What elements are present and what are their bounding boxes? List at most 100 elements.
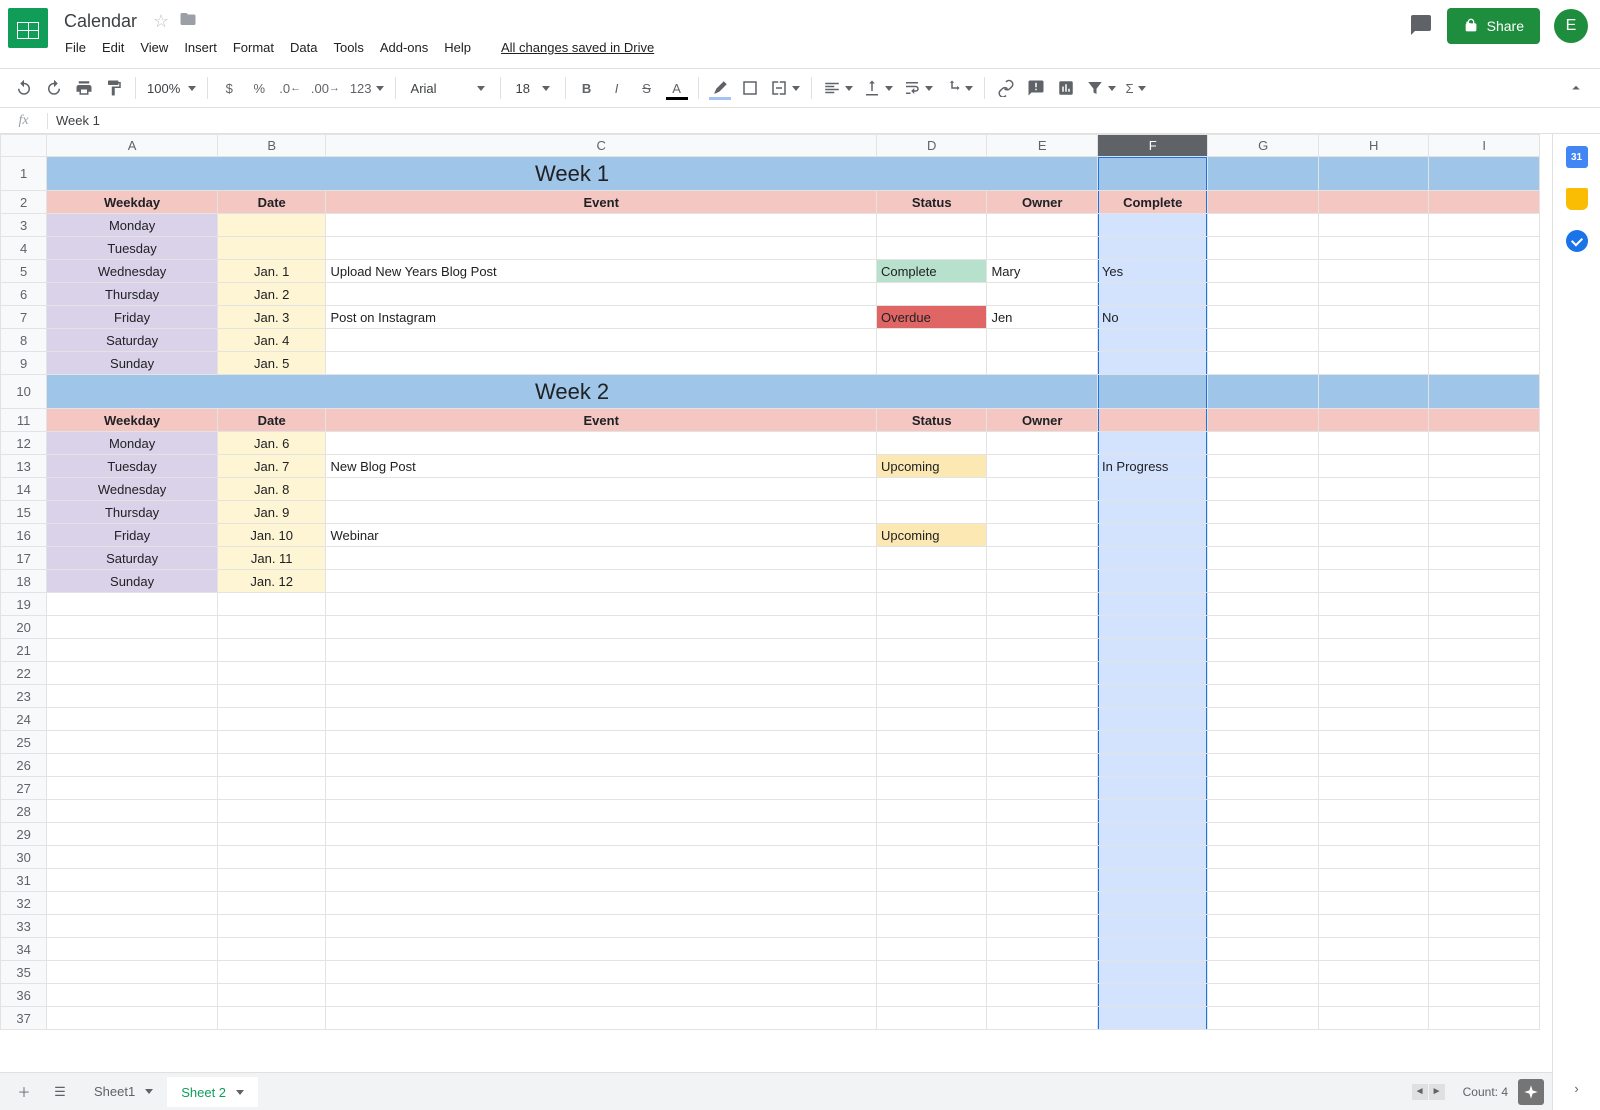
redo-button[interactable] [40, 74, 68, 102]
cell-date[interactable]: Jan. 12 [217, 570, 325, 593]
cell[interactable] [1318, 214, 1429, 237]
column-subheader[interactable]: Complete [1097, 191, 1208, 214]
cell[interactable] [876, 731, 987, 754]
menu-format[interactable]: Format [226, 36, 281, 59]
cell[interactable] [1429, 409, 1540, 432]
cell[interactable] [1318, 938, 1429, 961]
cell[interactable] [1318, 237, 1429, 260]
cell[interactable] [876, 961, 987, 984]
cell-complete[interactable]: Yes [1097, 260, 1208, 283]
cell[interactable] [987, 800, 1098, 823]
cell-complete[interactable] [1097, 432, 1208, 455]
cell-event[interactable] [326, 214, 877, 237]
cell[interactable] [1208, 157, 1319, 191]
cell-complete[interactable] [1097, 547, 1208, 570]
cell[interactable] [1318, 283, 1429, 306]
cell[interactable] [1208, 869, 1319, 892]
cell[interactable] [47, 777, 218, 800]
paint-format-button[interactable] [100, 74, 128, 102]
cell[interactable] [1208, 501, 1319, 524]
column-subheader[interactable]: Event [326, 409, 877, 432]
cell[interactable] [217, 938, 325, 961]
cell[interactable] [1097, 846, 1208, 869]
strikethrough-button[interactable]: S [633, 74, 661, 102]
cell[interactable] [1429, 800, 1540, 823]
cell[interactable] [1208, 777, 1319, 800]
cell[interactable] [1429, 593, 1540, 616]
cell[interactable] [1208, 1007, 1319, 1030]
row-header[interactable]: 29 [1, 823, 47, 846]
cell-complete[interactable] [1097, 524, 1208, 547]
cell[interactable] [47, 961, 218, 984]
row-header[interactable]: 2 [1, 191, 47, 214]
cell-weekday[interactable]: Sunday [47, 352, 218, 375]
cell-date[interactable]: Jan. 2 [217, 283, 325, 306]
menu-insert[interactable]: Insert [177, 36, 224, 59]
cell[interactable] [217, 961, 325, 984]
cell[interactable] [876, 800, 987, 823]
cell[interactable] [217, 731, 325, 754]
undo-button[interactable] [10, 74, 38, 102]
cell-event[interactable] [326, 432, 877, 455]
row-header[interactable]: 28 [1, 800, 47, 823]
cell[interactable] [1318, 1007, 1429, 1030]
font-family-select[interactable]: Arial [403, 74, 493, 102]
cell-weekday[interactable]: Saturday [47, 547, 218, 570]
cell[interactable] [1318, 593, 1429, 616]
fill-color-button[interactable] [706, 74, 734, 102]
cell[interactable] [47, 800, 218, 823]
menu-file[interactable]: File [58, 36, 93, 59]
cell[interactable] [1429, 157, 1540, 191]
column-header[interactable]: I [1429, 135, 1540, 157]
cell[interactable] [47, 731, 218, 754]
cell-status[interactable]: Upcoming [876, 455, 987, 478]
cell[interactable] [1097, 593, 1208, 616]
menu-tools[interactable]: Tools [326, 36, 370, 59]
cell[interactable] [1318, 455, 1429, 478]
cell[interactable] [1208, 984, 1319, 1007]
menu-help[interactable]: Help [437, 36, 478, 59]
cell[interactable] [217, 685, 325, 708]
cell[interactable] [47, 1007, 218, 1030]
cell[interactable] [1318, 823, 1429, 846]
cell[interactable] [987, 708, 1098, 731]
cell[interactable] [1097, 938, 1208, 961]
row-header[interactable]: 3 [1, 214, 47, 237]
cell[interactable] [1097, 800, 1208, 823]
cell[interactable] [1097, 892, 1208, 915]
cell-status[interactable] [876, 432, 987, 455]
column-header[interactable]: B [217, 135, 325, 157]
cell[interactable] [1097, 984, 1208, 1007]
document-title[interactable]: Calendar [58, 10, 143, 33]
cell-owner[interactable] [987, 352, 1098, 375]
cell[interactable] [1429, 478, 1540, 501]
cell[interactable] [1318, 892, 1429, 915]
cell-owner[interactable] [987, 455, 1098, 478]
cell[interactable] [987, 823, 1098, 846]
row-header[interactable]: 17 [1, 547, 47, 570]
cell[interactable] [217, 708, 325, 731]
folder-icon[interactable] [179, 10, 197, 33]
cell[interactable] [47, 915, 218, 938]
row-header[interactable]: 6 [1, 283, 47, 306]
cell[interactable] [217, 892, 325, 915]
cell[interactable] [1318, 754, 1429, 777]
cell[interactable] [987, 961, 1098, 984]
cell[interactable] [1097, 685, 1208, 708]
cell[interactable] [987, 731, 1098, 754]
cell[interactable] [1208, 409, 1319, 432]
cell[interactable] [1318, 260, 1429, 283]
cell[interactable] [1318, 329, 1429, 352]
insert-chart-button[interactable] [1052, 74, 1080, 102]
cell-date[interactable]: Jan. 4 [217, 329, 325, 352]
row-header[interactable]: 36 [1, 984, 47, 1007]
cell[interactable] [326, 1007, 877, 1030]
v-align-button[interactable] [859, 74, 897, 102]
cell-complete[interactable] [1097, 329, 1208, 352]
cell[interactable] [1208, 639, 1319, 662]
cell[interactable] [1097, 869, 1208, 892]
column-header[interactable]: E [987, 135, 1098, 157]
cell-status[interactable] [876, 570, 987, 593]
collapse-toolbar-button[interactable] [1562, 74, 1590, 102]
cell[interactable] [1208, 432, 1319, 455]
